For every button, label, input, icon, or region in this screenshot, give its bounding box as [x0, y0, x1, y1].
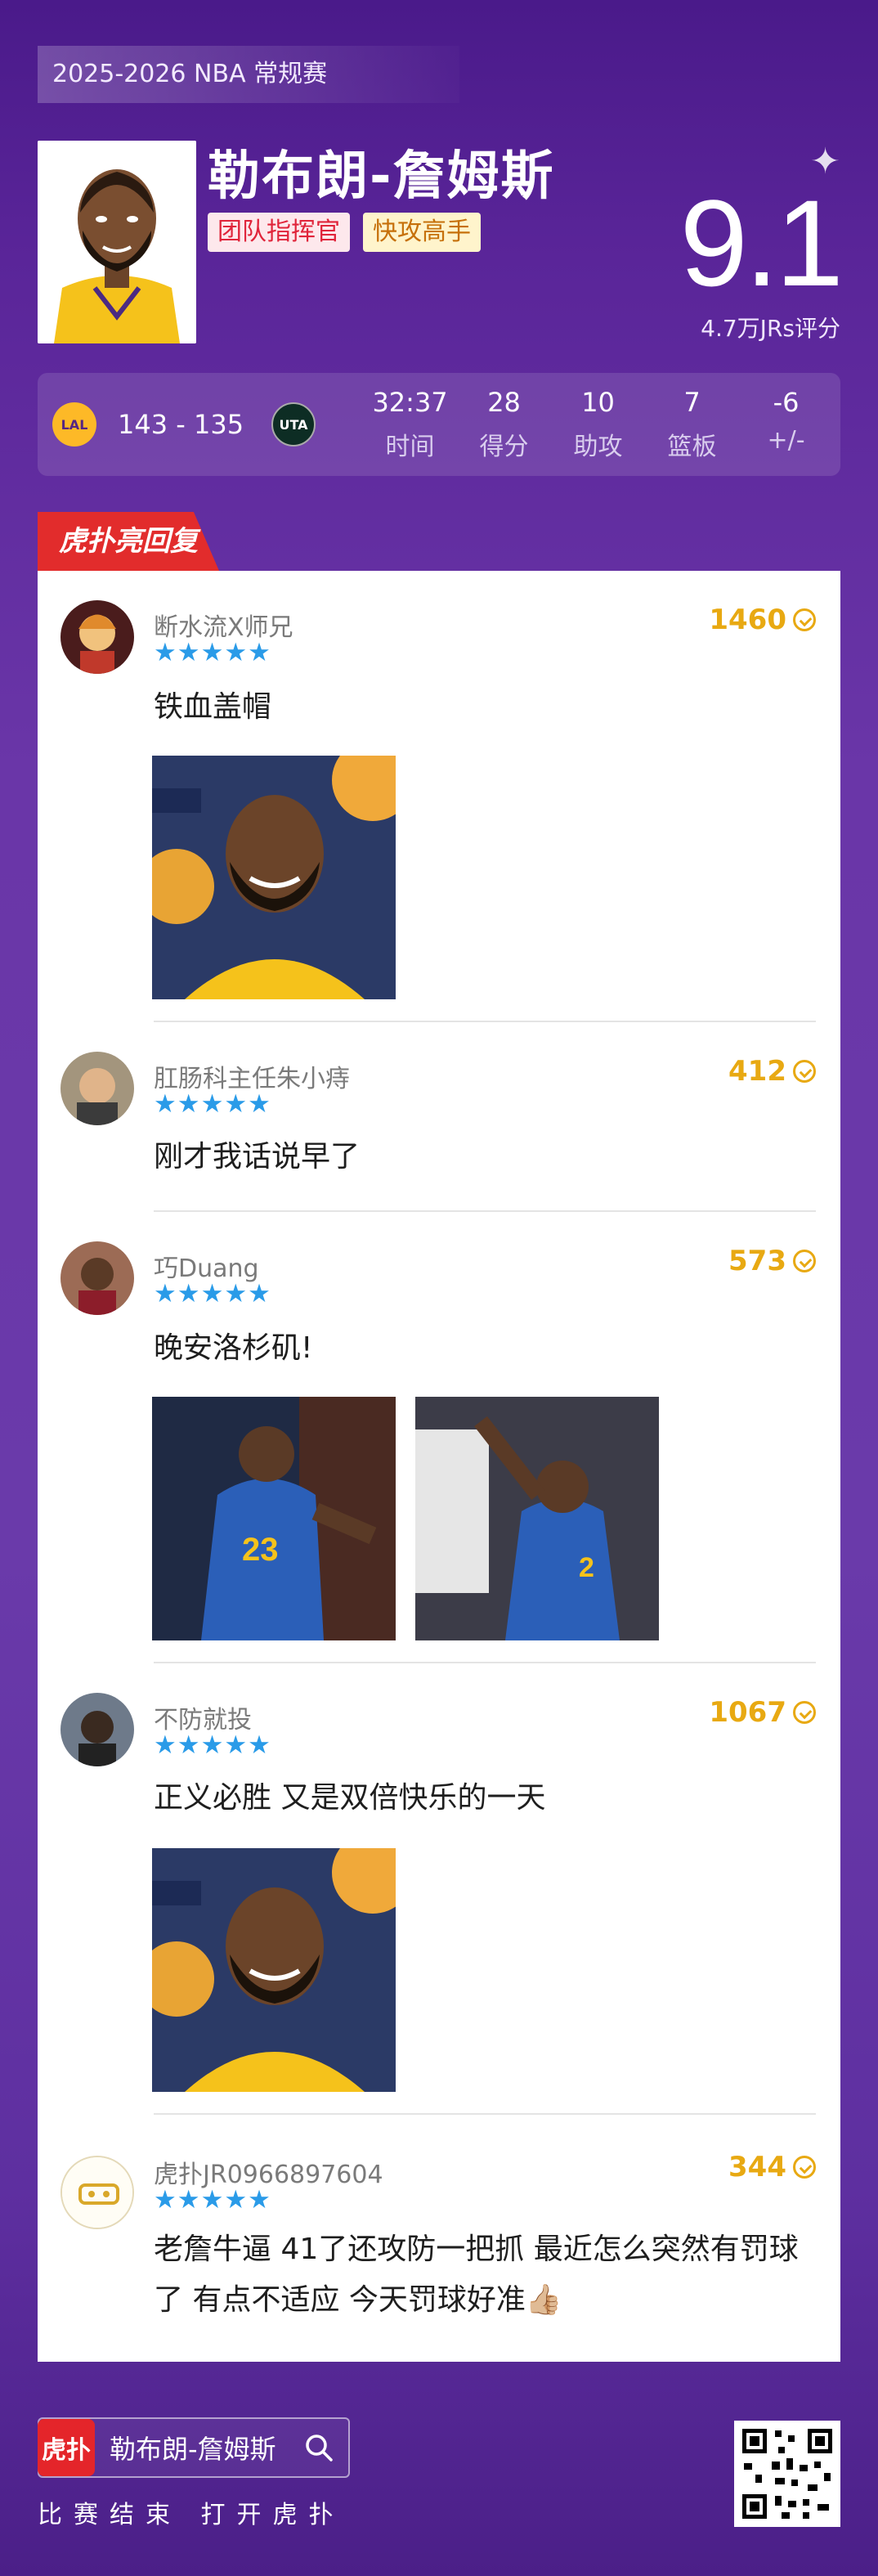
rating-stars: ★★★★★	[154, 1089, 271, 1119]
stat-label: 助攻	[573, 433, 623, 461]
like-count[interactable]: 573	[728, 1245, 816, 1277]
avatar[interactable]	[60, 1693, 134, 1766]
avatar[interactable]	[60, 1241, 134, 1315]
stat-minutes: 32:37 时间	[363, 387, 457, 462]
comment-image[interactable]: 2	[415, 1397, 659, 1640]
rating-stars: ★★★★★	[154, 1730, 271, 1760]
rating-count: 4.7万JRs评分	[701, 315, 840, 342]
like-count-value: 412	[728, 1055, 786, 1088]
avatar[interactable]	[60, 600, 134, 674]
comment-text: 老詹牛逼 41了还攻防一把抓 最近怎么突然有罚球了 有点不适应 今天罚球好准👍🏼	[154, 2233, 799, 2317]
game-stats-bar[interactable]: LAL 143 - 135 UTA 32:37 时间 28 得分 10 助攻 7…	[38, 373, 840, 476]
like-count-value: 573	[728, 1245, 786, 1277]
like-count[interactable]: 1460	[709, 604, 816, 636]
hupu-logo-icon: 虎扑	[38, 2419, 95, 2476]
jazz-logo-icon: UTA	[271, 402, 316, 447]
comment-image[interactable]	[152, 1848, 396, 2092]
stat-points: 28 得分	[457, 387, 551, 462]
stat-plus-minus: -6 +/-	[739, 387, 833, 462]
avatar[interactable]	[60, 1052, 134, 1125]
comment-text: 刚才我话说早了	[154, 1140, 361, 1174]
avatar[interactable]	[60, 2156, 134, 2229]
like-count[interactable]: 1067	[709, 1696, 816, 1729]
comment-image[interactable]: 23	[152, 1397, 396, 1640]
rating-stars: ★★★★★	[154, 2185, 271, 2215]
stat-value: -6	[773, 387, 800, 418]
comment-list: 断水流X师兄 ★★★★★ 1460 铁血盖帽 肛肠科主任朱小痔 ★★★★★ 41…	[38, 571, 840, 2362]
tag-fastbreak: 快攻高手	[363, 213, 481, 252]
svg-text:2: 2	[579, 1552, 594, 1583]
season-label: 2025-2026 NBA 常规赛	[38, 46, 459, 103]
comment-item[interactable]: 巧Duang ★★★★★ 573 晚安洛杉矶! 23 2	[38, 1212, 840, 1663]
stat-rebounds: 7 篮板	[645, 387, 739, 462]
lakers-logo-icon: LAL	[52, 402, 96, 447]
like-count-value: 1460	[709, 604, 786, 636]
comment-item[interactable]: 虎扑JR0966897604 ★★★★★ 344 老詹牛逼 41了还攻防一把抓 …	[38, 2115, 840, 2360]
search-icon[interactable]	[302, 2431, 335, 2464]
stat-value: 28	[487, 387, 521, 418]
like-icon[interactable]	[793, 1250, 816, 1272]
comment-text: 正义必胜 又是双倍快乐的一天	[154, 1781, 546, 1815]
qr-code	[734, 2421, 840, 2527]
section-title-ribbon: 虎扑亮回复	[38, 512, 219, 571]
player-stat-columns: 32:37 时间 28 得分 10 助攻 7 篮板 -6 +/-	[363, 387, 833, 462]
game-score: 143 - 135	[118, 409, 244, 440]
footer-player-name: 勒布朗-詹姆斯	[110, 2434, 276, 2465]
comment-item[interactable]: 断水流X师兄 ★★★★★ 1460 铁血盖帽	[38, 571, 840, 1022]
stat-assists: 10 助攻	[551, 387, 645, 462]
rating-area: ✦ 9.1 4.7万JRs评分	[679, 141, 844, 343]
comment-image[interactable]	[152, 756, 396, 999]
like-icon[interactable]	[793, 608, 816, 631]
like-count-value: 344	[728, 2151, 786, 2183]
stat-label: 得分	[479, 433, 529, 461]
rating-score: 9.1	[679, 174, 844, 312]
like-count[interactable]: 412	[728, 1055, 816, 1088]
footer-cta: 比赛结束 打开虎扑	[38, 2501, 345, 2529]
stat-value: 32:37	[372, 387, 448, 418]
stat-label: +/-	[767, 426, 805, 455]
open-app-button[interactable]: 虎扑 勒布朗-詹姆斯	[38, 2417, 350, 2478]
rating-stars: ★★★★★	[154, 1279, 271, 1308]
stat-value: 10	[581, 387, 615, 418]
comment-item[interactable]: 不防就投 ★★★★★ 1067 正义必胜 又是双倍快乐的一天	[38, 1663, 840, 2115]
like-icon[interactable]	[793, 2156, 816, 2179]
stat-label: 篮板	[667, 433, 717, 461]
like-icon[interactable]	[793, 1060, 816, 1083]
stat-value: 7	[683, 387, 701, 418]
sparkle-icon: ✦	[810, 141, 840, 182]
rating-stars: ★★★★★	[154, 638, 271, 667]
svg-text:23: 23	[242, 1532, 279, 1568]
comment-text: 铁血盖帽	[154, 690, 272, 724]
like-count-value: 1067	[709, 1696, 786, 1729]
stat-label: 时间	[385, 433, 435, 461]
tag-team-commander: 团队指挥官	[208, 213, 350, 252]
player-photo	[38, 141, 196, 343]
like-icon[interactable]	[793, 1701, 816, 1724]
like-count[interactable]: 344	[728, 2151, 816, 2183]
comment-item[interactable]: 肛肠科主任朱小痔 ★★★★★ 412 刚才我话说早了	[38, 1022, 840, 1212]
player-tags: 团队指挥官 快攻高手	[208, 213, 481, 252]
player-name: 勒布朗-詹姆斯	[208, 146, 555, 207]
comment-text: 晚安洛杉矶!	[154, 1331, 313, 1365]
